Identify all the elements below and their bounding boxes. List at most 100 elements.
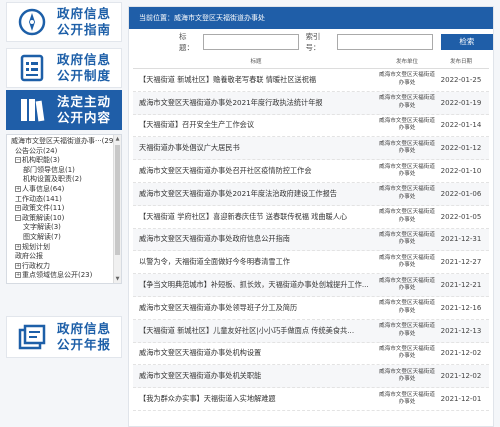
scroll-up-arrow-icon[interactable]: ▲ xyxy=(114,135,121,143)
tree-node[interactable]: + 重点领域信息公开(23) xyxy=(11,271,113,281)
article-date: 2021-12-27 xyxy=(440,258,482,267)
content-panel: 当前位置：威海市文登区天福街道办事处 标题： 索引号： 检索 标题 发布单位 发… xyxy=(128,6,494,427)
table-row: 威海市文登区天福街道办事处机关职能 威海市文登区天福街道办事处 2021-12-02 xyxy=(133,365,489,389)
article-date: 2022-01-19 xyxy=(440,98,482,107)
collapse-icon[interactable]: − xyxy=(15,214,21,221)
article-unit: 威海市文登区天福街道办事处 xyxy=(379,391,435,406)
article-title-link[interactable]: 【争当文明典范城市】补短板、抓长效，天福街道办事处创城提升工作... xyxy=(133,280,379,290)
article-unit: 威海市文登区天福街道办事处 xyxy=(379,300,435,314)
nav-guide-card[interactable]: 政府信息 公开指南 xyxy=(6,2,122,42)
article-title-link[interactable]: 威海市文登区天福街道办事处机关职能 xyxy=(133,371,379,381)
article-title-link[interactable]: 威海市文登区天福街道办事处政府信息公开指南 xyxy=(133,234,379,244)
tree-node[interactable]: 威海市文登区天福街道办事···(29 xyxy=(11,137,113,147)
table-row: 【天福街道 新城社区】赡養敬老写春联 情暖社区送祝福 威海市文登区天福街道办事处 2… xyxy=(133,69,489,92)
tree-node[interactable]: 政府公报 xyxy=(11,252,113,262)
table-row: 【我为群众办实事】天福街道入实地解难题 威海市文登区天福街道办事处 2021-12-… xyxy=(133,388,489,411)
tree-node-label: 行政权力 xyxy=(22,261,50,270)
table-header: 标题 发布单位 发布日期 xyxy=(133,55,489,69)
article-title-link[interactable]: 【我为群众办实事】天福街道入实地解难题 xyxy=(133,394,379,404)
article-title-link[interactable]: 【天福街道】召开安全生产工作会议 xyxy=(133,120,379,130)
table-row: 威海市文登区天福街道办事处2021年度行政执法统计年报 威海市文登区天福街道办事处… xyxy=(133,91,489,115)
article-unit: 威海市文登区天福街道办事处 xyxy=(379,368,435,383)
article-unit: 威海市文登区天福街道办事处 xyxy=(379,95,435,109)
article-date: 2021-12-16 xyxy=(440,303,482,312)
index-search-input[interactable] xyxy=(336,34,433,50)
title-search-input[interactable] xyxy=(203,34,300,50)
tree-node[interactable]: 公告公示(24) xyxy=(11,147,113,157)
article-date: 2022-01-25 xyxy=(440,75,482,84)
breadcrumb: 当前位置：威海市文登区天福街道办事处 xyxy=(129,7,493,29)
article-unit: 威海市文登区天福街道办事处 xyxy=(379,323,435,337)
article-title-link[interactable]: 威海市文登区天福街道办事处2021年度行政执法统计年报 xyxy=(133,98,379,108)
article-unit: 威海市文登区天福街道办事处 xyxy=(379,117,435,132)
table-row: 【天福街道 学府社区】喜迎新春庆佳节 送春联传祝福 戏曲暖人心 威海市文登区天福街… xyxy=(133,206,489,229)
tree-node-label: 文字解读(3) xyxy=(23,223,61,232)
nav-annual-report-card[interactable]: 政府信息 公开年报 xyxy=(6,316,122,358)
column-unit: 发布单位 xyxy=(395,59,418,65)
tree-scrollbar[interactable]: ▲ ▼ xyxy=(113,135,121,283)
collapse-icon[interactable]: − xyxy=(15,157,21,164)
article-unit: 威海市文登区天福街道办事处 xyxy=(379,209,435,223)
expand-icon[interactable]: + xyxy=(15,262,21,269)
table-row: 【天福街道 新城社区】儿童友好社区|小小巧手做面点 传统美食共... 威海市文登区… xyxy=(133,319,489,343)
article-title-link[interactable]: 威海市文登区天福街道办事处召开社区疫情防控工作会 xyxy=(133,166,379,176)
article-unit: 威海市文登区天福街道办事处 xyxy=(379,140,435,155)
tree-node[interactable]: + 政策文件(11) xyxy=(11,204,113,214)
article-unit: 威海市文登区天福街道办事处 xyxy=(379,186,435,200)
expand-icon[interactable]: + xyxy=(15,243,21,250)
tree-node-label: 图文解读(7) xyxy=(23,232,61,241)
tree-node[interactable]: − 机构职能(3) xyxy=(11,156,113,166)
article-unit: 威海市文登区天福街道办事处 xyxy=(379,277,435,292)
tree-node[interactable]: 文字解读(3) xyxy=(11,223,113,233)
expand-icon[interactable]: + xyxy=(15,185,21,192)
nav-guide-line2: 公开指南 xyxy=(57,22,112,37)
tree-node[interactable]: − 政策解读(10) xyxy=(11,214,113,224)
tree-node-label: 政策文件(11) xyxy=(22,204,65,213)
tree-node-label: 政策解读(10) xyxy=(22,213,65,222)
tree-node[interactable]: + 行政权力 xyxy=(11,262,113,272)
column-title: 标题 xyxy=(250,59,262,65)
nav-system-line1: 政府信息 xyxy=(57,52,112,67)
tree-node-label: 人事信息(64) xyxy=(22,184,65,193)
tree-node[interactable]: 机构设置及职责(2) xyxy=(11,175,113,185)
article-unit: 威海市文登区天福街道办事处 xyxy=(379,345,435,360)
article-list: 【天福街道 新城社区】赡養敬老写春联 情暖社区送祝福 威海市文登区天福街道办事处 2… xyxy=(133,69,489,411)
article-date: 2022-01-05 xyxy=(440,212,482,221)
article-title-link[interactable]: 威海市文登区天福街道办事处机构设置 xyxy=(133,348,379,358)
table-row: 威海市文登区天福街道办事处政府信息公开指南 威海市文登区天福街道办事处 2021-1… xyxy=(133,228,489,252)
tree-node[interactable]: 图文解读(7) xyxy=(11,233,113,243)
article-title-link[interactable]: 威海市文登区天福街道办事处领导班子分工及简历 xyxy=(133,303,379,313)
nav-system-card[interactable]: 政府信息 公开制度 xyxy=(6,48,122,88)
title-search-label: 标题： xyxy=(179,32,194,52)
article-date: 2022-01-06 xyxy=(440,189,482,198)
tree-node[interactable]: + 规划计划 xyxy=(11,243,113,253)
table-row: 以警为令，天福街道全面做好今冬明春清雪工作 威海市文登区天福街道办事处 2021-1… xyxy=(133,251,489,275)
nav-statutory-card[interactable]: 法定主动 公开内容 xyxy=(6,90,122,130)
article-title-link[interactable]: 以警为令，天福街道全面做好今冬明春清雪工作 xyxy=(133,257,379,267)
article-title-link[interactable]: 【天福街道 新城社区】儿童友好社区|小小巧手做面点 传统美食共... xyxy=(133,326,379,336)
tree-node[interactable]: 部门领导信息(1) xyxy=(11,166,113,176)
expand-icon[interactable]: + xyxy=(15,205,21,212)
tree-node[interactable]: 工作动态(141) xyxy=(11,195,113,205)
nav-system-line2: 公开制度 xyxy=(57,68,112,83)
table-row: 天福街道办事处倡议广大居民书 威海市文登区天福街道办事处 2022-01-12 xyxy=(133,137,489,161)
scroll-down-arrow-icon[interactable]: ▼ xyxy=(114,275,121,283)
tree-node-label: 机构设置及职责(2) xyxy=(23,175,82,184)
category-tree[interactable]: 威海市文登区天福街道办事···(29 公告公示(24) − 机构职能(3) 部门领导信息… xyxy=(6,134,122,284)
article-title-link[interactable]: 天福街道办事处倡议广大居民书 xyxy=(133,143,379,153)
tree-node-label: 规划计划 xyxy=(22,242,50,251)
article-date: 2022-01-12 xyxy=(440,144,482,153)
tree-node-label: 重点领域信息公开(23) xyxy=(22,271,93,280)
expand-icon[interactable]: + xyxy=(15,272,21,279)
article-title-link[interactable]: 威海市文登区天福街道办事处2021年度法治政府建设工作报告 xyxy=(133,189,379,199)
scrollbar-thumb[interactable] xyxy=(115,145,120,255)
article-date: 2021-12-31 xyxy=(440,235,482,244)
column-date: 发布日期 xyxy=(449,59,472,65)
search-button[interactable]: 检索 xyxy=(440,34,493,50)
tree-node-label: 政府公报 xyxy=(15,252,43,261)
tree-node[interactable]: + 人事信息(64) xyxy=(11,185,113,195)
table-row: 威海市文登区天福街道办事处2021年度法治政府建设工作报告 威海市文登区天福街道办… xyxy=(133,182,489,206)
breadcrumb-text: 当前位置：威海市文登区天福街道办事处 xyxy=(139,14,265,22)
article-title-link[interactable]: 【天福街道 新城社区】赡養敬老写春联 情暖社区送祝福 xyxy=(133,75,379,85)
article-title-link[interactable]: 【天福街道 学府社区】喜迎新春庆佳节 送春联传祝福 戏曲暖人心 xyxy=(133,212,379,222)
